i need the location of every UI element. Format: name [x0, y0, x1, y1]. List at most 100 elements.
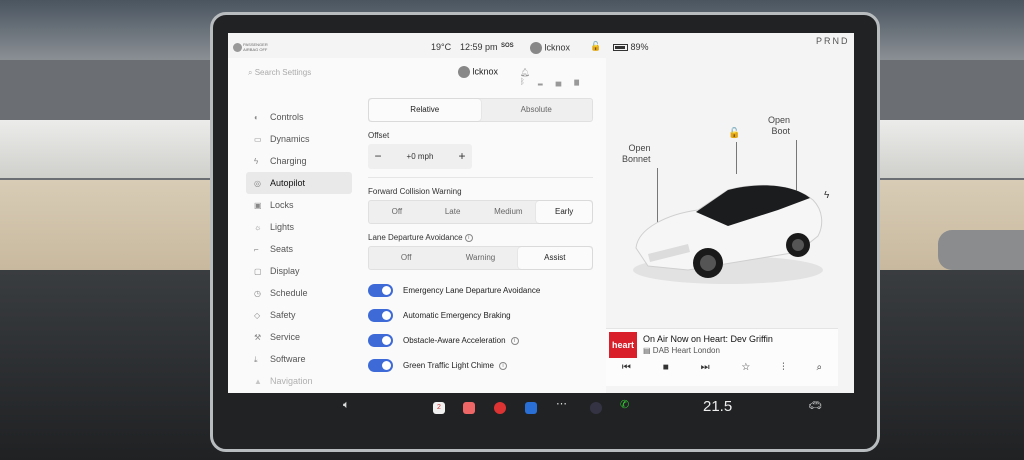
toggle-label: Green Traffic Light Chime [403, 361, 495, 370]
sidebar-nav: ◐ Controls ▭ Dynamics ϟ Charging ◎ Autopilot ▣ Lo… [246, 106, 352, 392]
divider [368, 177, 593, 178]
steering-stalk [938, 230, 1024, 270]
wrench-icon: ⚒ [254, 333, 262, 342]
fcw-option-early[interactable]: Early [536, 201, 592, 223]
passenger-airbag-indicator: PASSENGER AIRBAG OFF [233, 42, 268, 52]
car-model-image[interactable] [628, 170, 828, 285]
lock-icon[interactable]: 🔓 [590, 41, 601, 52]
lda-label-text: Lane Departure Avoidance [368, 233, 463, 242]
lda-selector[interactable]: Off Warning Assist [368, 246, 593, 270]
outside-temperature: 19°C [431, 42, 452, 52]
sidebar-item-autopilot[interactable]: ◎ Autopilot [246, 172, 352, 194]
bolt-icon: ϟ [254, 157, 259, 166]
download-icon: ⤓ [254, 355, 258, 364]
youtube-app-icon[interactable] [494, 402, 506, 414]
fcw-option-off[interactable]: Off [369, 201, 425, 223]
media-search-icon[interactable]: ⌕ [816, 362, 822, 373]
search-placeholder: Search Settings [254, 68, 312, 77]
camera-app-icon[interactable] [590, 402, 602, 414]
info-icon[interactable]: i [510, 336, 519, 345]
favorite-star-icon[interactable]: ☆ [741, 362, 750, 373]
media-controls: ⏮ ■ ⏭ ☆ ⫶ ⌕ [606, 362, 838, 373]
info-icon[interactable]: i [499, 361, 508, 370]
equalizer-icon[interactable]: ⫶ [782, 362, 785, 373]
previous-track-icon[interactable]: ⏮ [622, 362, 631, 373]
sidebar-item-label: Charging [270, 156, 307, 166]
bluetooth-icon[interactable]: ᛒ [520, 77, 538, 86]
car-icon: ▭ [254, 135, 262, 144]
mode-option-absolute[interactable]: Absolute [481, 99, 593, 121]
bonnet-label-1: Open [628, 143, 651, 153]
sidebar-item-software[interactable]: ⤓ Software [246, 348, 352, 370]
fcw-option-late[interactable]: Late [425, 201, 481, 223]
volume-icon[interactable]: 🔈︎ [343, 399, 350, 412]
navigation-icon: ▲ [254, 377, 262, 386]
toggle-switch[interactable] [368, 359, 393, 372]
offset-stepper: − +0 mph + [368, 144, 472, 169]
sidebar-item-charging[interactable]: ϟ Charging [246, 150, 352, 172]
lda-option-assist[interactable]: Assist [517, 247, 592, 269]
lock-icon: ▣ [254, 201, 262, 210]
display-icon: ▢ [254, 267, 262, 276]
offset-value: +0 mph [406, 152, 434, 161]
phone-app-icon[interactable]: ✆ [620, 398, 629, 411]
cabin-temperature[interactable]: 21.5 [703, 398, 732, 415]
toggle-switch[interactable] [368, 284, 393, 297]
bluetooth-app-icon[interactable] [525, 402, 537, 414]
profile-name: lcknox [472, 66, 499, 77]
unlock-icon[interactable]: 🔓 [728, 128, 740, 139]
battery-percentage: 89% [630, 42, 649, 52]
car-menu-icon[interactable]: 🚗︎ [808, 399, 822, 412]
lda-option-warning[interactable]: Warning [443, 247, 517, 269]
lda-option-off[interactable]: Off [369, 247, 443, 269]
sidebar-item-controls[interactable]: ◐ Controls [246, 106, 352, 128]
sidebar-item-lights[interactable]: ☼ Lights [246, 216, 352, 238]
sidebar-item-locks[interactable]: ▣ Locks [246, 194, 352, 216]
driver-profile-button[interactable]: lcknox [530, 42, 570, 54]
mode-option-relative[interactable]: Relative [369, 99, 481, 121]
sidebar-item-schedule[interactable]: ◷ Schedule [246, 282, 352, 304]
fcw-selector[interactable]: Off Late Medium Early [368, 200, 593, 224]
dab-icon: ▤ [643, 346, 651, 355]
battery-icon [613, 44, 628, 52]
avatar [530, 42, 542, 54]
sidebar-item-label: Display [270, 266, 300, 276]
sidebar-item-safety[interactable]: ◇ Safety [246, 304, 352, 326]
fcw-option-medium[interactable]: Medium [481, 201, 537, 223]
sidebar-item-display[interactable]: ▢ Display [246, 260, 352, 282]
bell-icon[interactable]: 🔔︎ [520, 68, 543, 77]
sidebar-item-seats[interactable]: ⌐ Seats [246, 238, 352, 260]
stop-icon[interactable]: ■ [663, 362, 669, 373]
open-bonnet-button[interactable]: Open Bonnet [622, 143, 651, 165]
now-playing-subtitle: ▤ DAB Heart London [643, 346, 720, 355]
now-playing-title: On Air Now on Heart: Dev Griffin [643, 334, 773, 344]
touchscreen: PASSENGER AIRBAG OFF 19°C 12:59 pm SOS l… [228, 33, 854, 393]
speed-limit-mode-selector[interactable]: Relative Absolute [368, 98, 593, 122]
sidebar-item-dynamics[interactable]: ▭ Dynamics [246, 128, 352, 150]
search-settings-input[interactable]: ⌕ Search Settings [248, 68, 311, 78]
sidebar-item-label: Safety [270, 310, 296, 320]
calendar-app-icon[interactable]: 2 [433, 402, 445, 414]
toggle-switch[interactable] [368, 334, 393, 347]
header-icons: 🔔︎ᛒ▂▄▆ [520, 68, 606, 86]
sos-button[interactable]: SOS [501, 43, 514, 49]
profile-button[interactable]: lcknox [458, 66, 498, 78]
offset-increase-button[interactable]: + [452, 144, 472, 169]
more-apps-icon[interactable]: ⋯ [556, 397, 567, 410]
steering-wheel-icon: ◎ [254, 179, 261, 188]
info-icon[interactable]: i [464, 233, 473, 242]
open-boot-button[interactable]: Open Boot [768, 115, 790, 137]
toggle-label: Obstacle-Aware Acceleration [403, 336, 506, 345]
sidebar-item-label: Schedule [270, 288, 308, 298]
games-app-icon[interactable] [463, 402, 475, 414]
sidebar-item-label: Controls [270, 112, 304, 122]
airbag-line-2: AIRBAG OFF [243, 47, 268, 52]
toggle-switch[interactable] [368, 309, 393, 322]
sidebar-item-service[interactable]: ⚒ Service [246, 326, 352, 348]
sidebar-item-label: Lights [270, 222, 295, 232]
vehicle-panel: Open Bonnet Open Boot 🔓 ϟ heart On Air N… [606, 58, 854, 393]
next-track-icon[interactable]: ⏭ [701, 362, 710, 373]
toggle-icon: ◐ [254, 113, 259, 122]
offset-decrease-button[interactable]: − [368, 144, 388, 169]
sidebar-item-navigation[interactable]: ▲ Navigation [246, 370, 352, 392]
